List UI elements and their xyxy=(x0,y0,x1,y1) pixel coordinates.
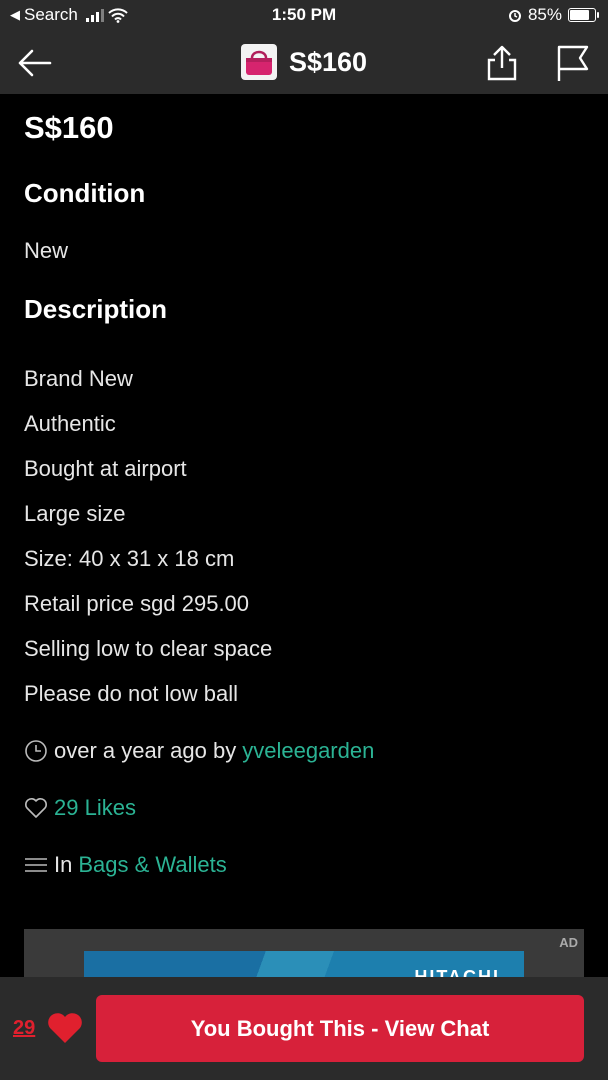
flag-icon[interactable] xyxy=(554,44,590,82)
description-line: Retail price sgd 295.00 xyxy=(24,591,250,616)
category-prefix: In xyxy=(54,852,73,877)
status-bar: ◀ Search 1:50 PM 85% xyxy=(0,0,608,32)
heart-outline-icon[interactable] xyxy=(24,797,48,819)
view-chat-button[interactable]: You Bought This - View Chat xyxy=(96,995,584,1062)
description-line: Brand New xyxy=(24,366,133,391)
list-icon xyxy=(25,858,47,872)
ad-banner[interactable]: AD HITACHI xyxy=(24,929,584,977)
ad-image[interactable]: HITACHI xyxy=(84,951,524,977)
ad-brand: HITACHI xyxy=(414,967,500,977)
alarm-icon xyxy=(508,10,521,22)
description-line: Bought at airport xyxy=(24,456,187,481)
condition-heading: Condition xyxy=(24,178,146,208)
status-right: 85% xyxy=(508,5,599,25)
condition-value: New xyxy=(24,238,69,263)
description-heading: Description xyxy=(24,294,168,324)
seller-link[interactable]: yveleegarden xyxy=(242,738,374,764)
posted-prefix: over a year ago by xyxy=(54,738,237,763)
bottom-bar: 29 You Bought This - View Chat xyxy=(0,977,608,1080)
share-icon[interactable] xyxy=(484,44,520,82)
nav-price-title: S$160 xyxy=(288,46,368,77)
nav-bar: S$160 xyxy=(0,32,608,94)
description-line: Please do not low ball xyxy=(24,681,239,706)
description-line: Size: 40 x 31 x 18 cm xyxy=(24,546,235,571)
description-line: Selling low to clear space xyxy=(24,636,273,661)
posted-info: over a year ago by yveleegarden xyxy=(24,738,374,764)
product-thumbnail xyxy=(240,44,277,80)
battery-percent: 85% xyxy=(527,5,562,24)
category-link[interactable]: Bags & Wallets xyxy=(78,852,226,878)
likes-count[interactable]: 29 xyxy=(13,1017,35,1040)
likes-link[interactable]: 29 Likes xyxy=(54,795,136,821)
listing-price: S$160 xyxy=(24,110,114,145)
like-heart-icon[interactable] xyxy=(46,1011,84,1045)
likes-row[interactable]: 29 Likes xyxy=(24,795,136,821)
ad-label: AD xyxy=(559,935,578,950)
battery-icon xyxy=(568,8,599,22)
description-line: Authentic xyxy=(24,411,116,436)
description-line: Large size xyxy=(24,501,126,526)
category-row: In Bags & Wallets xyxy=(24,852,227,878)
clock-icon xyxy=(25,740,47,762)
